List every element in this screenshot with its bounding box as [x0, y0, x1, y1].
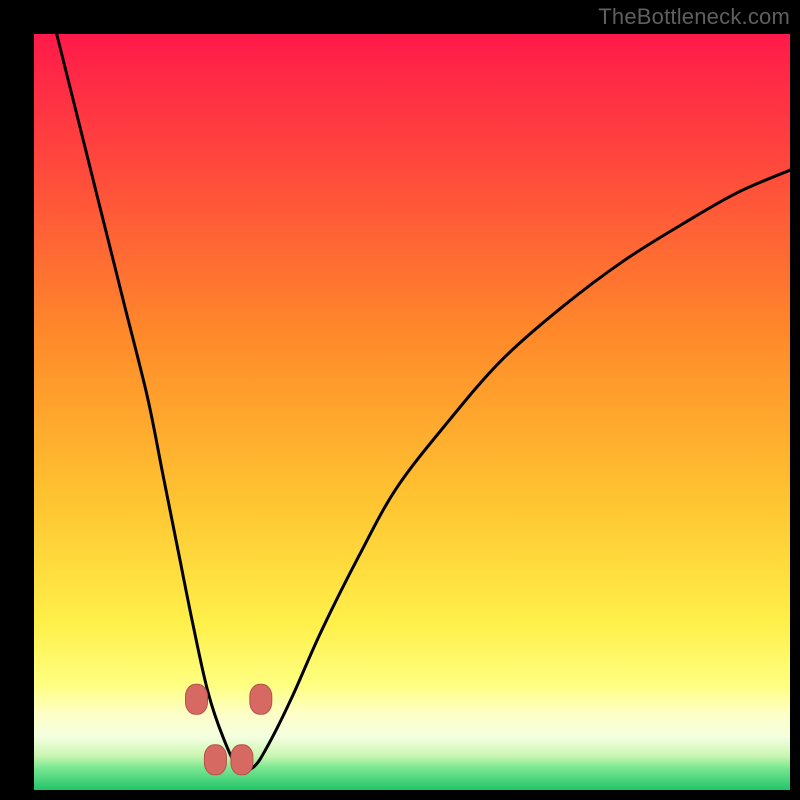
- watermark-text: TheBottleneck.com: [598, 4, 790, 30]
- curve-marker: [250, 684, 272, 714]
- curve-marker: [231, 745, 253, 775]
- curve-marker: [186, 684, 208, 714]
- chart-frame: TheBottleneck.com: [0, 0, 800, 800]
- curve-marker: [204, 745, 226, 775]
- chart-svg: [34, 34, 790, 790]
- gradient-background: [34, 34, 790, 790]
- plot-area: [34, 34, 790, 790]
